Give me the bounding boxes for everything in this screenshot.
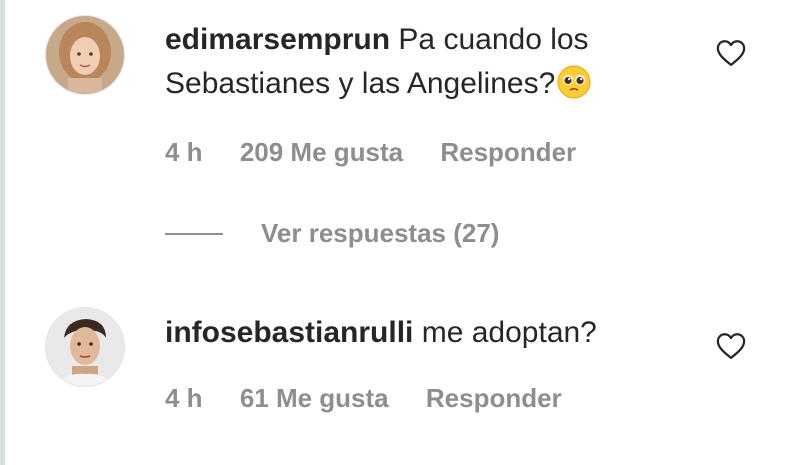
comment-item: infosebastianrulli me adoptan? 4 h 61 Me… xyxy=(0,295,800,465)
reply-button[interactable]: Responder xyxy=(426,383,562,413)
view-replies-button[interactable]: Ver respuestas (27) xyxy=(165,218,499,249)
comment-time[interactable]: 4 h xyxy=(165,383,203,413)
comment-time[interactable]: 4 h xyxy=(165,137,203,167)
reply-button[interactable]: Responder xyxy=(440,137,576,167)
comment-meta: 4 h 61 Me gusta Responder xyxy=(165,383,592,414)
avatar[interactable] xyxy=(45,307,125,387)
comment-likes[interactable]: 61 Me gusta xyxy=(240,383,389,413)
avatar[interactable] xyxy=(45,15,125,95)
comment-item: edimarsemprun Pa cuando los Sebastianes … xyxy=(0,0,800,280)
comment-text: infosebastianrulli me adoptan? xyxy=(165,311,695,355)
comment-username[interactable]: infosebastianrulli xyxy=(165,316,413,349)
comment-text: edimarsemprun Pa cuando los Sebastianes … xyxy=(165,18,695,106)
comment-body: me adoptan? xyxy=(421,316,597,349)
comment-username[interactable]: edimarsemprun xyxy=(165,23,390,56)
pleading-face-emoji-icon xyxy=(557,65,591,99)
comment-likes[interactable]: 209 Me gusta xyxy=(240,137,403,167)
replies-divider-line xyxy=(165,232,223,235)
heart-like-icon[interactable] xyxy=(716,39,746,67)
view-replies-label: Ver respuestas (27) xyxy=(261,218,500,248)
comment-meta: 4 h 209 Me gusta Responder xyxy=(165,137,606,168)
heart-like-icon[interactable] xyxy=(716,332,746,360)
avatar-image xyxy=(46,308,124,386)
avatar-image xyxy=(46,16,124,94)
